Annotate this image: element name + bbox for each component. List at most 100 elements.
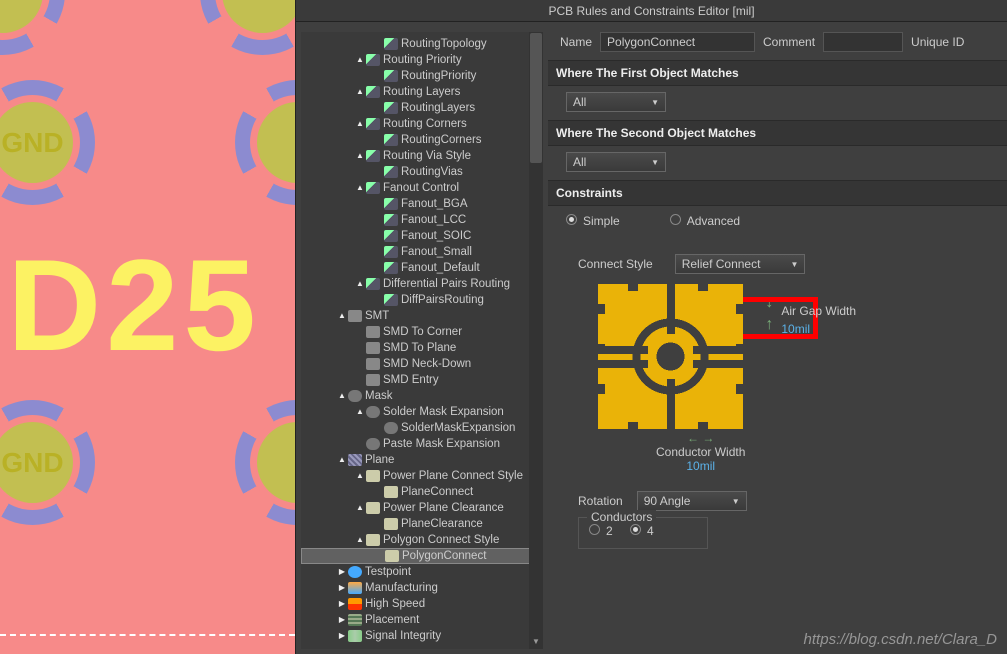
- tree-item[interactable]: RoutingVias: [301, 164, 543, 180]
- tree-item-label: Plane: [365, 452, 394, 468]
- tree-item[interactable]: ▲Routing Layers: [301, 84, 543, 100]
- rule-form: Name Comment Unique ID Where The First O…: [548, 22, 1007, 654]
- tree-item-label: Signal Integrity: [365, 628, 441, 644]
- rule-icon: [384, 422, 398, 434]
- tree-item-label: Manufacturing: [365, 580, 438, 596]
- rule-icon: [348, 454, 362, 466]
- tree-item-label: Routing Priority: [383, 52, 462, 68]
- rule-icon: [384, 102, 398, 114]
- simple-radio[interactable]: Simple: [566, 214, 620, 228]
- tree-item-label: Routing Via Style: [383, 148, 471, 164]
- tree-item[interactable]: ▲Plane: [301, 452, 543, 468]
- name-label: Name: [560, 35, 592, 49]
- tree-item-label: Fanout_Default: [401, 260, 480, 276]
- tree-item[interactable]: ▲Polygon Connect Style: [301, 532, 543, 548]
- tree-item[interactable]: ▲Routing Via Style: [301, 148, 543, 164]
- expand-icon: ▲: [355, 468, 365, 484]
- expand-icon: ▶: [337, 564, 347, 580]
- tree-item[interactable]: SolderMaskExpansion: [301, 420, 543, 436]
- expand-icon: ▲: [337, 388, 347, 404]
- net-label: GND: [1, 127, 63, 159]
- tree-item[interactable]: ▲Power Plane Clearance: [301, 500, 543, 516]
- conductors-2-radio[interactable]: 2: [589, 524, 613, 538]
- expand-icon: ▲: [355, 180, 365, 196]
- tree-item[interactable]: PlaneConnect: [301, 484, 543, 500]
- tree-item-label: Routing Layers: [383, 84, 460, 100]
- tree-item[interactable]: ▶Manufacturing: [301, 580, 543, 596]
- tree-item[interactable]: ▲Routing Corners: [301, 116, 543, 132]
- tree-item[interactable]: Fanout_LCC: [301, 212, 543, 228]
- arrow-left-icon: ←: [687, 431, 699, 445]
- rule-icon: [348, 310, 362, 322]
- tree-item[interactable]: ▲Fanout Control: [301, 180, 543, 196]
- tree-item[interactable]: ▲Mask: [301, 388, 543, 404]
- tree-item[interactable]: ▲ Routing Priority: [301, 52, 543, 68]
- comment-input[interactable]: [823, 32, 903, 52]
- advanced-radio[interactable]: Advanced: [670, 214, 740, 228]
- tree-item-label: Paste Mask Expansion: [383, 436, 500, 452]
- rule-icon: [384, 198, 398, 210]
- tree-item-label: Testpoint: [365, 564, 411, 580]
- tree-item[interactable]: DiffPairsRouting: [301, 292, 543, 308]
- watermark-text: https://blog.csdn.net/Clara_D: [804, 631, 997, 648]
- tree-item[interactable]: RoutingPriority: [301, 68, 543, 84]
- conductors-group: Conductors 2 4: [578, 517, 708, 549]
- constraints-header: Constraints: [548, 180, 1007, 206]
- tree-item[interactable]: SMD To Plane: [301, 340, 543, 356]
- tree-item-label: Power Plane Connect Style: [383, 468, 523, 484]
- tree-item[interactable]: ▲ Power Plane Connect Style: [301, 468, 543, 484]
- chevron-down-icon: ▼: [651, 98, 659, 107]
- tree-item[interactable]: RoutingCorners: [301, 132, 543, 148]
- tree-item[interactable]: Paste Mask Expansion: [301, 436, 543, 452]
- scroll-thumb[interactable]: [530, 33, 542, 163]
- tree-item[interactable]: ▶Signal Integrity: [301, 628, 543, 644]
- tree-scrollbar[interactable]: ▲ ▼: [529, 32, 543, 649]
- rule-icon: [366, 342, 380, 354]
- tree-item[interactable]: ▲Solder Mask Expansion: [301, 404, 543, 420]
- tree-item[interactable]: Fanout_BGA: [301, 196, 543, 212]
- rule-icon: [348, 630, 362, 642]
- rule-icon: [348, 614, 362, 626]
- tree-item-label: Fanout_SOIC: [401, 228, 471, 244]
- pcb-canvas[interactable]: GND GND 0D25: [0, 0, 295, 654]
- tree-item[interactable]: RoutingLayers: [301, 100, 543, 116]
- tree-item[interactable]: ▶Placement: [301, 612, 543, 628]
- expand-icon: ▲: [355, 500, 365, 516]
- rule-icon: [384, 214, 398, 226]
- tree-item-label: Routing Corners: [383, 116, 467, 132]
- uniqueid-label: Unique ID: [911, 35, 964, 49]
- tree-item[interactable]: RoutingTopology: [301, 36, 543, 52]
- tree-item[interactable]: ▲SMT: [301, 308, 543, 324]
- rule-icon: [384, 518, 398, 530]
- tree-item[interactable]: SMD To Corner: [301, 324, 543, 340]
- rule-icon: [384, 262, 398, 274]
- expand-icon: ▲: [355, 52, 365, 68]
- tree-item[interactable]: SMD Entry: [301, 372, 543, 388]
- rule-icon: [384, 70, 398, 82]
- rotation-combo[interactable]: 90 Angle▼: [637, 491, 747, 511]
- tree-item[interactable]: Fanout_Small: [301, 244, 543, 260]
- first-match-value: All: [573, 95, 586, 109]
- tree-item[interactable]: ▶High Speed: [301, 596, 543, 612]
- tree-item-label: Fanout_Small: [401, 244, 472, 260]
- tree-item[interactable]: PlaneClearance: [301, 516, 543, 532]
- tree-item[interactable]: ▲Differential Pairs Routing: [301, 276, 543, 292]
- connect-style-preview: [598, 284, 743, 429]
- rule-icon: [366, 406, 380, 418]
- conductor-width-value[interactable]: 10mil: [686, 459, 715, 473]
- second-match-combo[interactable]: All▼: [566, 152, 666, 172]
- rules-editor-panel: PCB Rules and Constraints Editor [mil] R…: [295, 0, 1007, 654]
- tree-item-label: SMT: [365, 308, 389, 324]
- tree-item[interactable]: SMD Neck-Down: [301, 356, 543, 372]
- tree-item[interactable]: ▶ Testpoint: [301, 564, 543, 580]
- first-match-combo[interactable]: All ▼: [566, 92, 666, 112]
- tree-item-label: High Speed: [365, 596, 425, 612]
- name-input[interactable]: [600, 32, 755, 52]
- scroll-down-icon[interactable]: ▼: [530, 636, 542, 648]
- conductors-4-radio[interactable]: 4: [630, 524, 654, 538]
- tree-item-label: SMD Neck-Down: [383, 356, 471, 372]
- connect-style-combo[interactable]: Relief Connect▼: [675, 254, 806, 274]
- tree-item[interactable]: Fanout_Default: [301, 260, 543, 276]
- tree-item[interactable]: PolygonConnect: [301, 548, 543, 564]
- tree-item[interactable]: Fanout_SOIC: [301, 228, 543, 244]
